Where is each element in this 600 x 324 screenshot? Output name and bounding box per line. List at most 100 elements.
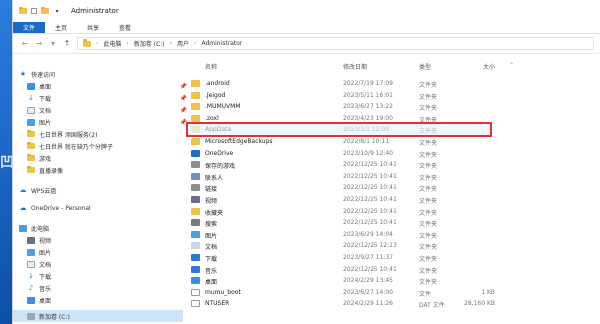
- pin-icon[interactable]: 📌: [180, 83, 187, 90]
- file-name: 视频: [205, 198, 218, 205]
- quick-folder-icon[interactable]: [41, 6, 49, 15]
- sidebar-pc-desktop[interactable]: 桌面: [27, 294, 197, 306]
- sidebar-item-games[interactable]: 游戏: [27, 152, 197, 164]
- music-icon: ♪: [28, 284, 34, 292]
- pin-icon[interactable]: 📌: [180, 95, 187, 102]
- sidebar-item-game-folder-1[interactable]: 七日世界 添国服务(2): [27, 128, 197, 140]
- sidebar-onedrive[interactable]: ☁ OneDrive - Personal: [19, 202, 189, 214]
- pictures-icon: [27, 118, 35, 126]
- pictures-icon: [191, 230, 200, 238]
- crumb-administrator[interactable]: Administrator: [201, 40, 242, 47]
- modified-date: 2022/7/19 17:09: [343, 80, 393, 87]
- sidebar-pc-music[interactable]: ♪ 音乐: [27, 282, 197, 294]
- column-name[interactable]: 名称: [205, 62, 217, 71]
- up-arrow-icon[interactable]: ↑: [63, 39, 71, 48]
- sidebar-item-desktop[interactable]: 桌面 📌: [27, 80, 197, 92]
- folder-special-icon: [191, 161, 200, 169]
- table-row[interactable]: mumu_boot 2023/6/27 14:00 文件 1 KB: [187, 287, 514, 298]
- table-row[interactable]: .MUMUVMM 2023/6/27 13:22 文件夹: [187, 101, 514, 112]
- checkbox-icon[interactable]: [31, 8, 37, 14]
- table-row[interactable]: 搜索 2022/12/25 10:41 文件夹: [187, 217, 514, 228]
- table-row[interactable]: MicrosoftEdgeBackups 2022/8/1 10:11 文件夹: [187, 136, 514, 147]
- crumb-users[interactable]: 用户: [177, 39, 189, 48]
- file-icon: [191, 288, 200, 296]
- table-row[interactable]: .Jeigod 2023/5/11 16:01 文件夹: [187, 90, 514, 101]
- tab-home[interactable]: 主页: [45, 22, 77, 33]
- modified-date: 2024/2/29 11:26: [343, 300, 393, 308]
- sidebar-label: 直播录像: [39, 167, 64, 175]
- file-name: 桌面: [205, 279, 218, 287]
- sidebar-label: 图片: [39, 249, 52, 257]
- table-row[interactable]: 文档 2022/12/25 12:13 文件夹: [187, 240, 514, 251]
- table-row[interactable]: NTUSER 2024/2/29 11:26 DAT 文件 28,160 KB: [187, 298, 514, 309]
- desktop-icon: [27, 296, 35, 304]
- file-type: 文件夹: [419, 209, 438, 217]
- chevron-down-icon[interactable]: ▾: [53, 7, 61, 15]
- table-row[interactable]: OneDrive 2023/10/9 12:40 文件夹: [187, 148, 514, 159]
- sidebar-item-recordings[interactable]: 直播录像: [27, 164, 197, 176]
- folder-icon: [83, 39, 91, 47]
- sidebar-label: 文档: [39, 261, 52, 269]
- sidebar-label: 新加卷 (C:): [39, 313, 70, 321]
- sidebar-item-downloads[interactable]: ↓ 下载 📌: [27, 92, 197, 104]
- table-row[interactable]: 桌面 2024/2/29 13:45 文件夹: [187, 275, 514, 286]
- table-row[interactable]: 保存的游戏 2022/12/25 10:41 文件夹: [187, 159, 514, 170]
- music-icon: [191, 265, 200, 273]
- column-date[interactable]: 修改日期: [343, 62, 367, 71]
- contacts-icon: [191, 172, 200, 180]
- highlight-box: [186, 122, 492, 137]
- sidebar-pc-videos[interactable]: 视频: [27, 234, 197, 246]
- breadcrumb-separator-icon: ›: [194, 40, 197, 47]
- table-row[interactable]: 视频 2022/12/25 10:41 文件夹: [187, 194, 514, 205]
- sidebar-item-documents[interactable]: 文档 📌: [27, 104, 197, 116]
- sidebar-item-pictures[interactable]: 图片 📌: [27, 116, 197, 128]
- modified-date: 2022/12/25 10:41: [343, 196, 397, 203]
- sidebar-item-game-folder-2[interactable]: 七日世界 就在缺乃个分牌子: [27, 140, 197, 152]
- column-size[interactable]: 大小: [483, 62, 495, 71]
- video-icon: [191, 196, 200, 203]
- sidebar-label: 游戏: [39, 155, 52, 163]
- modified-date: 2023/6/27 14:00: [343, 288, 393, 296]
- sidebar-pc-pictures[interactable]: 图片: [27, 246, 197, 258]
- desktop-icon: [191, 277, 200, 285]
- sidebar-label: OneDrive - Personal: [31, 204, 91, 212]
- table-row[interactable]: 链接 2022/12/25 10:41 文件夹: [187, 182, 514, 193]
- forward-arrow-icon[interactable]: →: [35, 39, 43, 48]
- sidebar-pc-drive-c[interactable]: 新加卷 (C:): [13, 310, 183, 322]
- pictures-icon: [27, 248, 35, 256]
- file-name: 链接: [205, 186, 218, 194]
- modified-date: 2023/5/11 16:01: [343, 91, 393, 99]
- table-row[interactable]: .android 2022/7/19 17:09 文件夹: [187, 78, 514, 89]
- modified-date: 2023/9/27 11:37: [343, 254, 393, 261]
- sidebar-pc-downloads[interactable]: ↓ 下载: [27, 270, 197, 282]
- crumb-this-pc[interactable]: 此电脑: [103, 39, 121, 48]
- modified-date: 2022/12/25 10:41: [343, 161, 397, 169]
- table-row[interactable]: 下载 2023/9/27 11:37 文件夹: [187, 252, 514, 263]
- breadcrumb-separator-icon: ›: [126, 40, 129, 47]
- tab-view[interactable]: 查看: [109, 22, 141, 33]
- tab-file[interactable]: 文件: [13, 22, 46, 33]
- tab-share[interactable]: 共享: [77, 22, 109, 33]
- column-expand-icon[interactable]: ⌃: [509, 62, 514, 69]
- modified-date: 2023/6/27 13:22: [343, 103, 393, 111]
- sidebar-pc-documents[interactable]: 文档: [27, 258, 197, 270]
- sidebar-this-pc[interactable]: 此电脑: [19, 222, 189, 234]
- folder-special-icon: [191, 184, 200, 192]
- back-arrow-icon[interactable]: ←: [21, 39, 29, 48]
- table-row[interactable]: 联系人 2022/12/25 10:41 文件夹: [187, 171, 514, 182]
- file-type: 文件: [419, 290, 432, 298]
- table-row[interactable]: 收藏夹 2022/12/25 10:41 文件夹: [187, 206, 514, 217]
- sidebar-quick-access[interactable]: ★ 快速访问: [19, 68, 189, 80]
- recent-chevron-icon[interactable]: ▾: [49, 39, 57, 48]
- sidebar-wps-cloud[interactable]: ☁ WPS云盘: [19, 184, 189, 196]
- table-row[interactable]: 图片 2023/6/29 14:04 文件夹: [187, 229, 514, 240]
- breadcrumb[interactable]: › 此电脑 › 新加卷 (C:) › 用户 › Administrator: [77, 37, 594, 50]
- column-type[interactable]: 类型: [419, 62, 431, 71]
- documents-icon: [27, 106, 35, 114]
- crumb-drive-c[interactable]: 新加卷 (C:): [134, 39, 165, 48]
- folder-icon: [191, 114, 200, 122]
- pin-icon[interactable]: 📌: [180, 107, 187, 114]
- table-row[interactable]: 音乐 2022/12/25 10:41 文件夹: [187, 264, 514, 275]
- column-header: 名称 修改日期 类型 大小 ⌃: [187, 62, 600, 72]
- file-type: 文件夹: [419, 140, 438, 147]
